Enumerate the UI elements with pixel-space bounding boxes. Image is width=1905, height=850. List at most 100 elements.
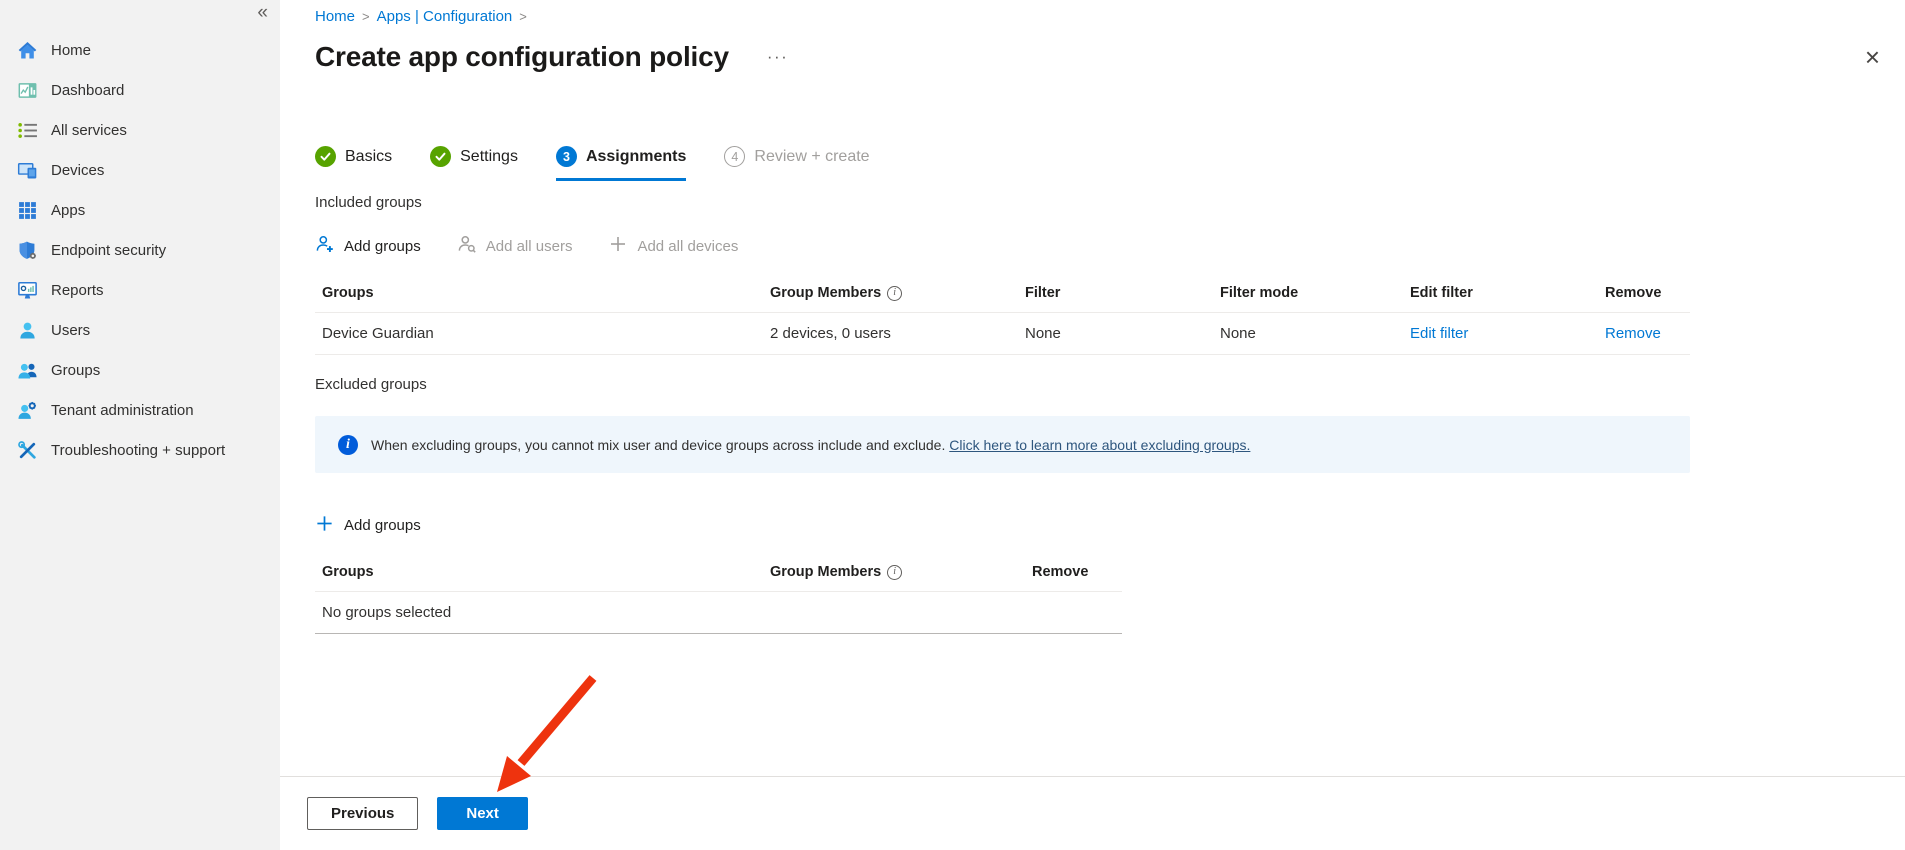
sidebar-nav: Home Dashboard All services Devices xyxy=(0,0,280,470)
info-icon: i xyxy=(338,435,358,455)
devices-icon xyxy=(17,160,38,181)
sidebar-item-groups[interactable]: Groups xyxy=(0,350,280,390)
main-panel: Home>Apps | Configuration> Create app co… xyxy=(280,0,1905,850)
breadcrumb-apps-configuration-link[interactable]: Apps | Configuration xyxy=(377,8,513,25)
add-all-devices-button: Add all devices xyxy=(608,234,738,258)
table-header-row: Groups Group Members i Remove xyxy=(315,558,1122,592)
column-header-edit-filter: Edit filter xyxy=(1410,285,1605,301)
endpoint-security-icon xyxy=(17,240,38,261)
column-header-label: Group Members xyxy=(770,564,881,580)
sidebar-item-label: Devices xyxy=(51,162,104,179)
sidebar-item-label: Tenant administration xyxy=(51,402,194,419)
sidebar-item-label: Home xyxy=(51,42,91,59)
button-label: Add groups xyxy=(344,517,421,534)
sidebar-item-dashboard[interactable]: Dashboard xyxy=(0,70,280,110)
sidebar-item-all-services[interactable]: All services xyxy=(0,110,280,150)
excluded-add-groups-button[interactable]: Add groups xyxy=(315,514,1905,537)
tab-settings[interactable]: Settings xyxy=(430,146,518,181)
step-complete-check-icon xyxy=(315,146,336,167)
tab-review-create[interactable]: 4 Review + create xyxy=(724,146,869,181)
column-header-remove: Remove xyxy=(1605,285,1685,301)
column-header-filter-mode: Filter mode xyxy=(1220,285,1410,301)
group-name-cell: Device Guardian xyxy=(322,325,770,342)
breadcrumb: Home>Apps | Configuration> xyxy=(315,8,1905,26)
group-members-cell: 2 devices, 0 users xyxy=(770,325,1025,342)
next-button[interactable]: Next xyxy=(437,797,528,830)
sidebar-item-label: Endpoint security xyxy=(51,242,166,259)
add-groups-button[interactable]: Add groups xyxy=(315,234,421,258)
groups-icon xyxy=(17,360,38,381)
breadcrumb-home-link[interactable]: Home xyxy=(315,8,355,25)
filter-mode-cell: None xyxy=(1220,325,1410,342)
excluded-groups-table: Groups Group Members i Remove No groups … xyxy=(315,558,1122,634)
content-area: Home>Apps | Configuration> Create app co… xyxy=(280,0,1905,776)
tab-label: Assignments xyxy=(586,148,686,166)
sidebar-item-label: Apps xyxy=(51,202,85,219)
users-icon xyxy=(17,320,38,341)
tab-basics[interactable]: Basics xyxy=(315,146,392,181)
dashboard-icon xyxy=(17,80,38,101)
remove-link[interactable]: Remove xyxy=(1605,325,1661,342)
sidebar-item-troubleshooting-support[interactable]: Troubleshooting + support xyxy=(0,430,280,470)
toolbar-button-label: Add all users xyxy=(486,238,573,255)
sidebar-item-label: Groups xyxy=(51,362,100,379)
sidebar-collapse-icon[interactable]: « xyxy=(257,2,268,24)
page-title: Create app configuration policy xyxy=(315,40,729,74)
sidebar-item-users[interactable]: Users xyxy=(0,310,280,350)
breadcrumb-separator: > xyxy=(519,9,527,24)
sidebar-item-label: Dashboard xyxy=(51,82,124,99)
sidebar-item-tenant-administration[interactable]: Tenant administration xyxy=(0,390,280,430)
sidebar: « Home Dashboard All services xyxy=(0,0,280,850)
step-number-badge: 3 xyxy=(556,146,577,167)
title-row: Create app configuration policy ··· xyxy=(315,40,1905,74)
sidebar-item-devices[interactable]: Devices xyxy=(0,150,280,190)
troubleshooting-icon xyxy=(17,440,38,461)
column-header-label: Group Members xyxy=(770,285,881,301)
column-header-group-members: Group Members i xyxy=(770,564,1032,580)
sidebar-item-label: Reports xyxy=(51,282,104,299)
excluded-groups-heading: Excluded groups xyxy=(315,376,1905,393)
all-services-icon xyxy=(17,120,38,141)
included-groups-toolbar: Add groups Add all users Add all devices xyxy=(315,234,1905,258)
empty-table-row: No groups selected xyxy=(315,592,1122,634)
step-complete-check-icon xyxy=(430,146,451,167)
info-icon[interactable]: i xyxy=(887,565,902,580)
column-header-filter: Filter xyxy=(1025,285,1220,301)
column-header-groups: Groups xyxy=(322,285,770,301)
table-header-row: Groups Group Members i Filter Filter mod… xyxy=(315,279,1690,313)
table-row: Device Guardian 2 devices, 0 users None … xyxy=(315,313,1690,355)
banner-message: When excluding groups, you cannot mix us… xyxy=(371,437,945,453)
home-icon xyxy=(17,40,38,61)
toolbar-button-label: Add all devices xyxy=(637,238,738,255)
included-groups-heading: Included groups xyxy=(315,194,1905,211)
apps-icon xyxy=(17,200,38,221)
column-header-remove: Remove xyxy=(1032,564,1122,580)
included-groups-table: Groups Group Members i Filter Filter mod… xyxy=(315,279,1690,355)
empty-state-text: No groups selected xyxy=(322,604,1122,621)
column-header-groups: Groups xyxy=(322,564,770,580)
sidebar-item-home[interactable]: Home xyxy=(0,30,280,70)
person-search-icon xyxy=(457,234,477,258)
sidebar-item-endpoint-security[interactable]: Endpoint security xyxy=(0,230,280,270)
plus-icon xyxy=(608,234,628,258)
sidebar-item-apps[interactable]: Apps xyxy=(0,190,280,230)
wizard-footer: Previous Next xyxy=(280,776,1905,850)
plus-icon xyxy=(315,514,334,537)
sidebar-item-reports[interactable]: Reports xyxy=(0,270,280,310)
close-icon[interactable]: × xyxy=(1865,44,1880,70)
sidebar-item-label: Troubleshooting + support xyxy=(51,442,225,459)
column-header-group-members: Group Members i xyxy=(770,285,1025,301)
previous-button[interactable]: Previous xyxy=(307,797,418,830)
tab-label: Settings xyxy=(460,148,518,166)
learn-more-link[interactable]: Click here to learn more about excluding… xyxy=(949,437,1250,453)
add-all-users-button: Add all users xyxy=(457,234,573,258)
info-icon[interactable]: i xyxy=(887,286,902,301)
sidebar-item-label: All services xyxy=(51,122,127,139)
wizard-steps: Basics Settings 3 Assignments 4 Review +… xyxy=(315,146,1905,181)
more-menu-icon[interactable]: ··· xyxy=(767,47,788,67)
edit-filter-link[interactable]: Edit filter xyxy=(1410,325,1468,342)
step-number-badge: 4 xyxy=(724,146,745,167)
tab-assignments[interactable]: 3 Assignments xyxy=(556,146,686,181)
reports-icon xyxy=(17,280,38,301)
filter-cell: None xyxy=(1025,325,1220,342)
